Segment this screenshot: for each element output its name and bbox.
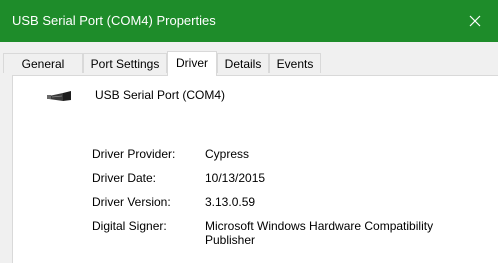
tab-details[interactable]: Details <box>217 53 269 73</box>
driver-date-value: 10/13/2015 <box>205 171 266 185</box>
driver-tab-panel: USB Serial Port (COM4) Driver Provider: … <box>12 75 498 263</box>
driver-date-label: Driver Date: <box>92 171 157 185</box>
close-icon <box>469 15 481 27</box>
window-title: USB Serial Port (COM4) Properties <box>12 13 216 28</box>
digital-signer-label: Digital Signer: <box>92 219 167 233</box>
tab-strip: General Port Settings Driver Details Eve… <box>0 51 498 76</box>
tab-driver[interactable]: Driver <box>167 51 217 76</box>
usb-connector-icon <box>47 91 71 101</box>
digital-signer-value: Microsoft Windows Hardware Compatibility… <box>205 219 434 247</box>
driver-provider-value: Cypress <box>205 147 250 161</box>
title-bar: USB Serial Port (COM4) Properties <box>0 0 498 42</box>
driver-provider-label: Driver Provider: <box>92 147 176 161</box>
driver-version-value: 3.13.0.59 <box>205 195 256 209</box>
dialog-body: General Port Settings Driver Details Eve… <box>0 42 498 263</box>
device-name: USB Serial Port (COM4) <box>95 88 226 102</box>
tab-port-settings[interactable]: Port Settings <box>83 53 167 73</box>
tab-general[interactable]: General <box>3 53 83 73</box>
close-button[interactable] <box>452 0 498 42</box>
driver-version-label: Driver Version: <box>92 195 171 209</box>
tab-events[interactable]: Events <box>269 53 321 73</box>
